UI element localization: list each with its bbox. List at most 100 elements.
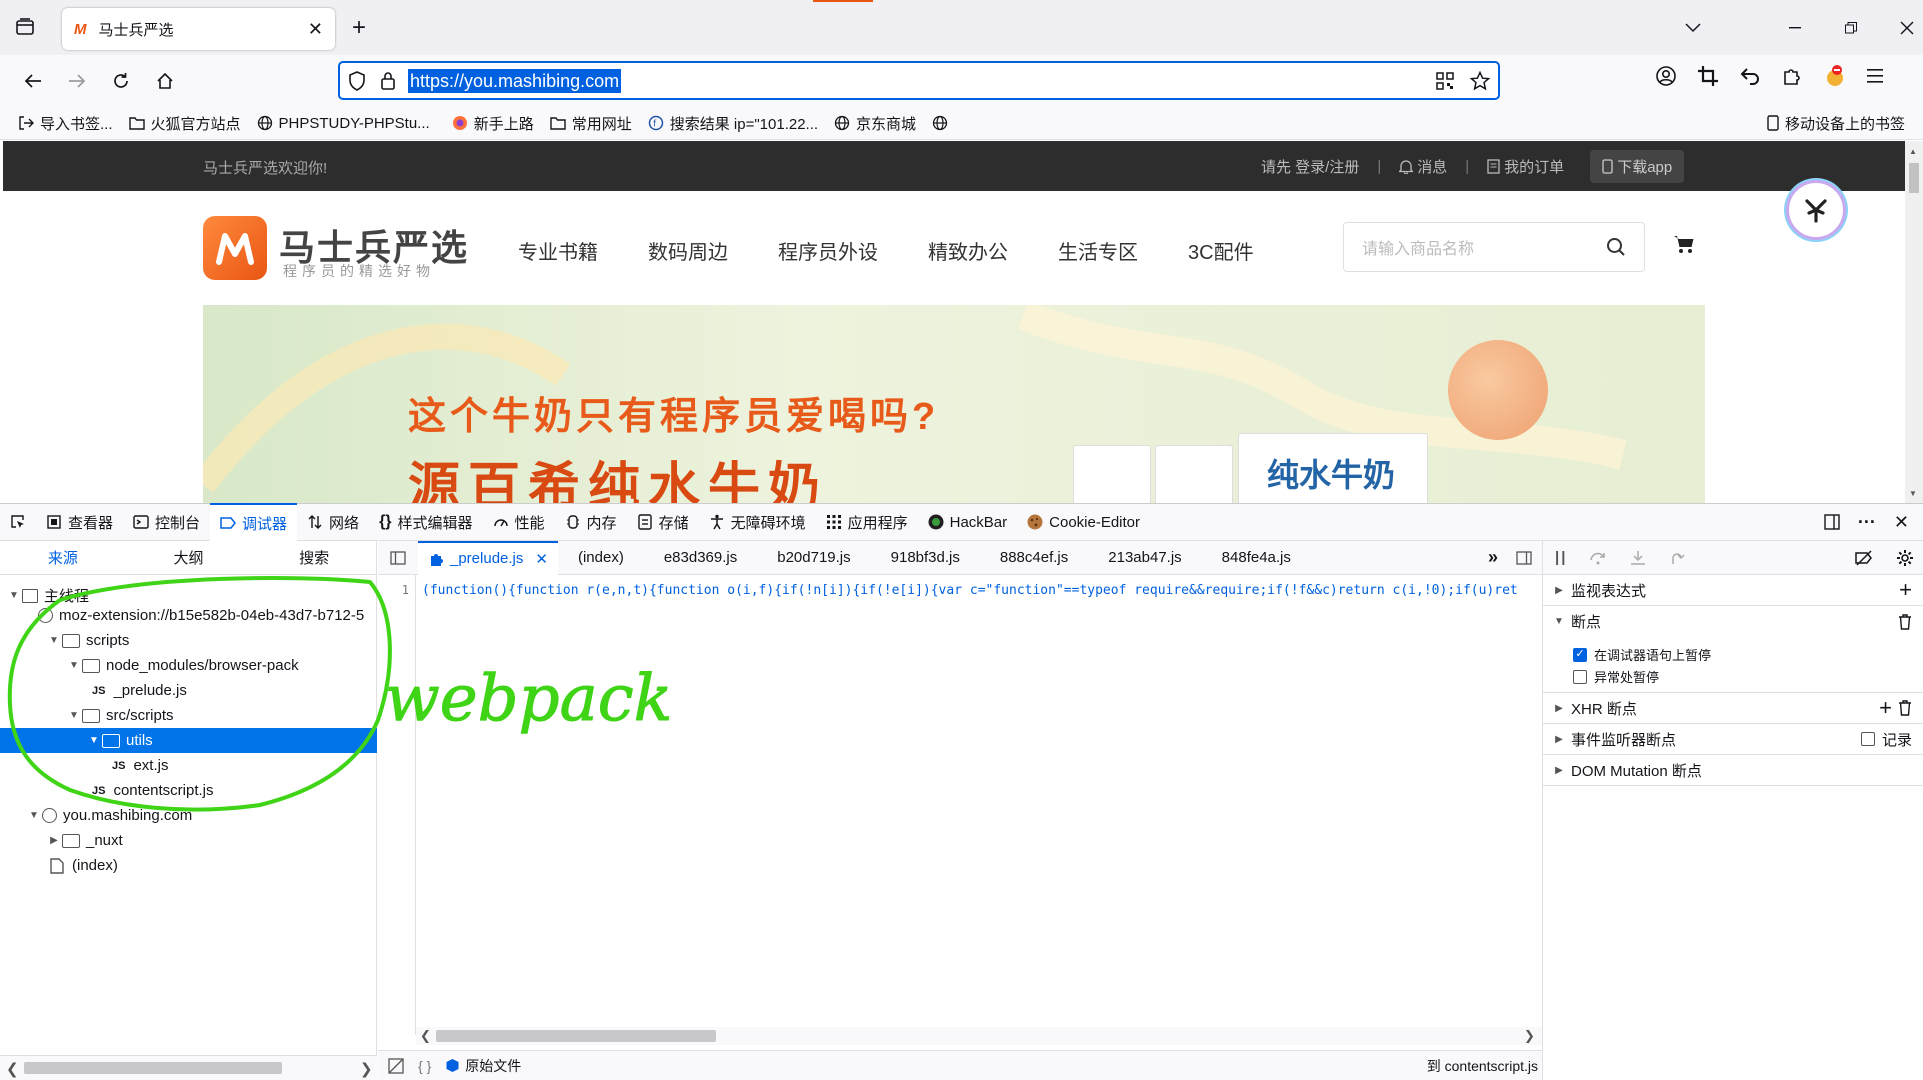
app-menu-icon[interactable]	[1867, 68, 1885, 84]
minimize-icon[interactable]	[1772, 0, 1818, 55]
close-tab-icon[interactable]: ✕	[308, 19, 323, 40]
pause-on-exceptions-option[interactable]: 异常处暂停	[1573, 667, 1659, 686]
tool-network[interactable]: 网络	[297, 503, 369, 541]
scroll-right-icon[interactable]: ❯	[1524, 1028, 1535, 1044]
delete-breakpoints-icon[interactable]	[1898, 613, 1912, 630]
undo-arrow-icon[interactable]	[1739, 65, 1761, 87]
close-devtools-icon[interactable]: ✕	[1894, 512, 1909, 533]
tab-outline[interactable]: 大纲	[126, 547, 252, 568]
tool-cookie-editor[interactable]: Cookie-Editor	[1017, 503, 1150, 541]
editor-tab-848fe4a[interactable]: 848fe4a.js	[1202, 541, 1311, 575]
tree-browser-pack-folder[interactable]: ▼ node_modules/browser-pack	[0, 653, 377, 678]
pause-icon[interactable]: ||	[1555, 549, 1567, 566]
tree-ext-origin[interactable]: moz-extension://b15e582b-04eb-43d7-b712-…	[0, 603, 377, 628]
lock-icon[interactable]	[380, 71, 396, 91]
editor-tab-e83d369[interactable]: e83d369.js	[644, 541, 757, 575]
scroll-up-icon[interactable]: ▲	[1909, 147, 1917, 156]
browser-tab[interactable]: M 马士兵严选 ✕	[62, 8, 335, 50]
tool-style-editor[interactable]: {} 样式编辑器	[369, 503, 482, 541]
blackbox-icon[interactable]	[388, 1057, 404, 1074]
breakpoints-header[interactable]: ▼ 断点	[1543, 606, 1923, 637]
watch-expressions-header[interactable]: ▶ 监视表达式 +	[1543, 575, 1923, 606]
tree-site-origin[interactable]: ▼ you.mashibing.com	[0, 803, 377, 828]
floating-assistant-icon[interactable]	[1786, 180, 1846, 240]
login-link[interactable]: 请先 登录/注册	[1243, 156, 1377, 177]
editor-scrollbar[interactable]: ❮ ❯	[416, 1027, 1542, 1045]
toggle-right-pane-icon[interactable]	[1506, 550, 1542, 565]
close-window-icon[interactable]	[1884, 0, 1923, 55]
account-icon[interactable]	[1655, 65, 1677, 87]
add-watch-icon[interactable]: +	[1899, 577, 1912, 603]
more-options-icon[interactable]: ···	[1858, 513, 1876, 531]
tool-accessibility[interactable]: 无障碍环境	[699, 503, 816, 541]
nav-digital[interactable]: 数码周边	[648, 236, 728, 265]
line-number[interactable]: 1	[402, 583, 409, 597]
bookmark-star-icon[interactable]	[1470, 70, 1490, 91]
search-icon[interactable]	[1606, 237, 1626, 257]
tool-hackbar[interactable]: HackBar	[918, 503, 1018, 541]
more-tabs-chevron-icon[interactable]: »	[1480, 547, 1506, 568]
tool-performance[interactable]: 性能	[483, 503, 555, 541]
tool-memory[interactable]: 内存	[555, 503, 627, 541]
tree-scripts-folder[interactable]: ▼ scripts	[0, 628, 377, 653]
dom-mutation-breakpoints-header[interactable]: ▶ DOM Mutation 断点	[1543, 755, 1923, 786]
restore-icon[interactable]	[1828, 0, 1874, 55]
sources-scrollbar[interactable]: ❮ ❯	[0, 1055, 377, 1080]
tool-debugger[interactable]: 调试器	[210, 503, 298, 541]
extensions-puzzle-icon[interactable]	[1781, 65, 1803, 87]
bookmark-jd[interactable]: 京东商城	[834, 113, 916, 134]
pretty-print-button[interactable]: { }	[418, 1058, 431, 1074]
pick-element-button[interactable]	[0, 503, 36, 541]
bookmark-common-sites[interactable]: 常用网址	[550, 113, 632, 134]
tree-src-scripts-folder[interactable]: ▼ src/scripts	[0, 703, 377, 728]
list-all-tabs-icon[interactable]	[1670, 0, 1716, 55]
xhr-breakpoints-header[interactable]: ▶ XHR 断点 +	[1543, 693, 1923, 724]
tool-inspector[interactable]: 查看器	[36, 503, 123, 541]
screenshot-crop-icon[interactable]	[1697, 65, 1719, 87]
site-logo-icon[interactable]	[203, 216, 267, 280]
bookmark-getting-started[interactable]: 新手上路	[452, 113, 534, 134]
step-over-icon[interactable]	[1589, 550, 1607, 566]
close-editor-tab-icon[interactable]: ✕	[535, 550, 548, 568]
code-line[interactable]: (function(){function r(e,n,t){function o…	[422, 583, 1538, 598]
tab-search[interactable]: 搜索	[251, 547, 377, 568]
nav-3c[interactable]: 3C配件	[1188, 236, 1254, 265]
messages-link[interactable]: 消息	[1381, 156, 1465, 177]
bookmark-phpstudy[interactable]: PHPSTUDY-PHPStu...	[257, 115, 430, 132]
extension-badge-icon[interactable]	[1823, 64, 1847, 88]
editor-scroll-thumb[interactable]	[436, 1030, 716, 1042]
forward-arrow-icon[interactable]	[59, 63, 95, 99]
nav-books[interactable]: 专业书籍	[518, 236, 598, 265]
dock-side-icon[interactable]	[1824, 514, 1840, 530]
original-file-button[interactable]: 原始文件	[445, 1056, 521, 1076]
tab-sources[interactable]: 来源	[0, 547, 126, 568]
my-orders-link[interactable]: 我的订单	[1469, 156, 1582, 177]
tool-storage[interactable]: 存储	[627, 503, 699, 541]
tab-list-icon[interactable]	[14, 16, 36, 38]
bookmark-unnamed[interactable]	[932, 115, 948, 131]
scroll-down-icon[interactable]: ▼	[1909, 489, 1917, 498]
page-scrollbar[interactable]: ▲ ▼	[1905, 141, 1923, 503]
nav-life[interactable]: 生活专区	[1058, 236, 1138, 265]
reload-icon[interactable]	[103, 63, 139, 99]
nav-peripherals[interactable]: 程序员外设	[778, 236, 878, 265]
url-bar[interactable]: https://you.mashibing.com	[338, 61, 1500, 100]
mapped-source-link[interactable]: 到 contentscript.js	[1427, 1056, 1538, 1076]
editor-tab-index[interactable]: (index)	[558, 541, 644, 575]
tree-nuxt-folder[interactable]: ▶ _nuxt	[0, 828, 377, 853]
product-search-input[interactable]: 请输入商品名称	[1343, 222, 1645, 272]
qr-code-icon[interactable]	[1436, 71, 1454, 90]
pause-on-debugger-option[interactable]: ✓ 在调试器语句上暂停	[1573, 645, 1711, 664]
editor-tab-918bf3d[interactable]: 918bf3d.js	[871, 541, 980, 575]
delete-xhr-breakpoints-icon[interactable]	[1898, 700, 1912, 716]
tree-index-file[interactable]: (index)	[0, 853, 377, 878]
log-events-option[interactable]: 记录	[1860, 729, 1912, 750]
scroll-left-icon[interactable]: ❮	[420, 1028, 431, 1044]
url-text[interactable]: https://you.mashibing.com	[408, 68, 622, 93]
scroll-left-icon[interactable]: ❮	[6, 1060, 19, 1078]
event-listener-breakpoints-header[interactable]: ▶ 事件监听器断点 记录	[1543, 724, 1923, 755]
editor-tab-b20d719[interactable]: b20d719.js	[757, 541, 870, 575]
bookmark-import[interactable]: 导入书签...	[18, 113, 113, 134]
sources-scroll-thumb[interactable]	[24, 1062, 282, 1074]
tool-application[interactable]: 应用程序	[816, 503, 918, 541]
